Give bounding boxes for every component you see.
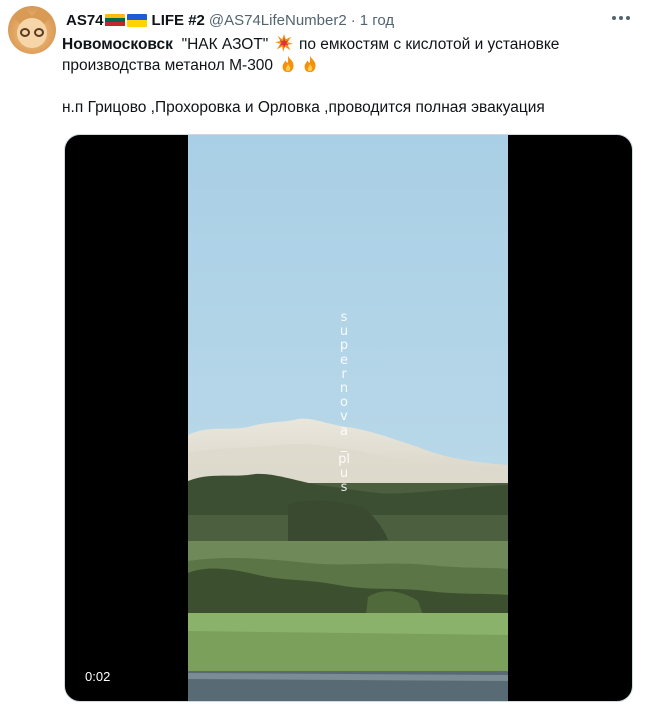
user-handle[interactable]: @AS74LifeNumber2: [209, 12, 347, 29]
video-time: 0:02: [85, 669, 111, 684]
tweet-timestamp[interactable]: 1 год: [360, 12, 394, 29]
collision-emoji-icon: [274, 34, 293, 52]
more-options-icon: [612, 16, 616, 20]
lithuania-flag-icon: [104, 13, 125, 27]
video-player[interactable]: supernova_plus 0:02: [64, 134, 633, 702]
avatar[interactable]: [8, 6, 56, 54]
more-options-button[interactable]: [607, 8, 635, 28]
plant-name-text: "НАК АЗОТ": [181, 36, 269, 53]
tweet-text: Новомосковск "НАК АЗОТ" по емкостям с ки…: [62, 34, 632, 118]
display-name[interactable]: AS74: [66, 12, 104, 29]
video-watermark: supernova_plus: [338, 310, 350, 496]
tweet[interactable]: AS74 LIFE #2 @AS74LifeNumber2 · 1 год Но…: [0, 0, 645, 707]
separator-dot: ·: [350, 11, 356, 29]
evacuation-text: н.п Грицово ,Прохоровка и Орловка ,прово…: [62, 99, 545, 116]
ukraine-flag-icon: [126, 13, 147, 27]
glasses-icon: [20, 28, 44, 37]
fire-emoji-icon: [282, 55, 294, 73]
display-name-suffix[interactable]: LIFE #2: [152, 12, 205, 29]
location-text: Новомосковск: [62, 36, 173, 53]
video-frame[interactable]: supernova_plus: [188, 135, 508, 701]
fire-emoji-icon: [304, 55, 316, 73]
tweet-header: AS74 LIFE #2 @AS74LifeNumber2 · 1 год: [66, 10, 394, 30]
